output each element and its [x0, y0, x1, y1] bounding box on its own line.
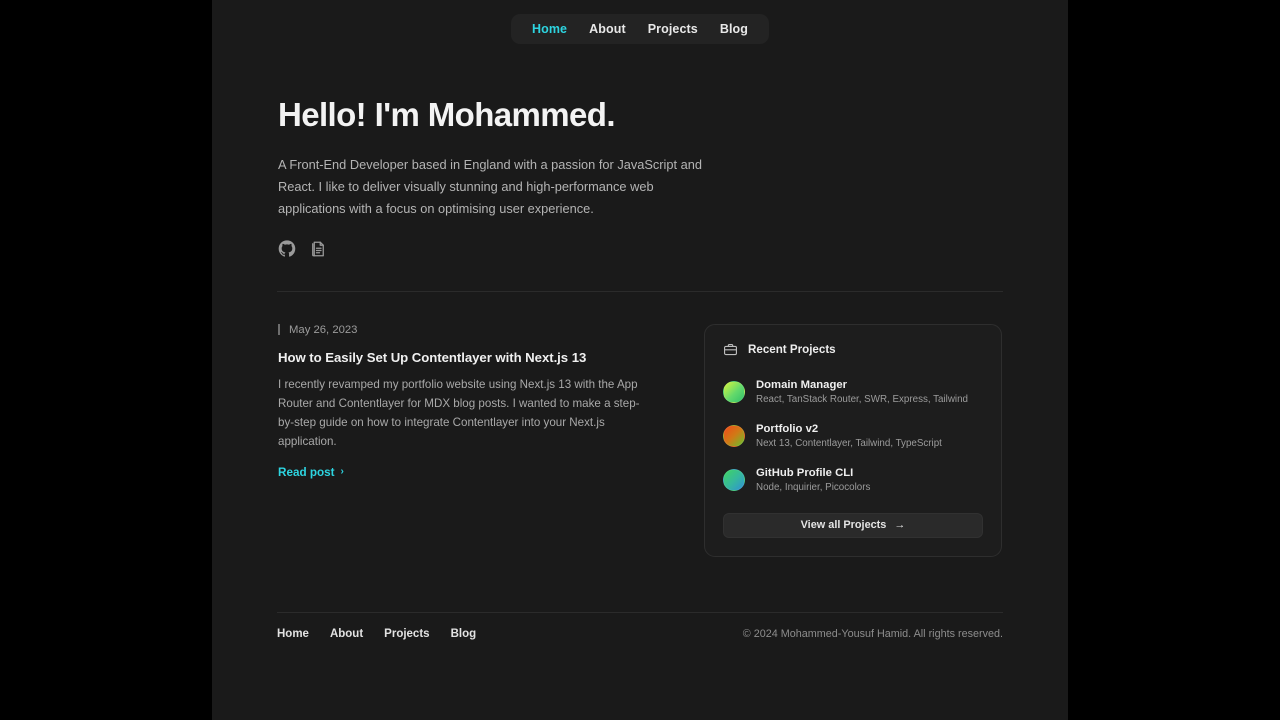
- main-container: May 26, 2023 How to Easily Set Up Conten…: [277, 292, 1003, 557]
- read-post-link[interactable]: Read post ›: [278, 466, 344, 479]
- arrow-right-icon: →: [894, 518, 906, 531]
- project-info: GitHub Profile CLI Node, Inquirier, Pico…: [756, 467, 870, 493]
- post-date-bar: [278, 324, 280, 336]
- project-stack: Next 13, Contentlayer, Tailwind, TypeScr…: [756, 437, 942, 449]
- project-info: Domain Manager React, TanStack Router, S…: [756, 379, 968, 405]
- footer-nav-item-about[interactable]: About: [330, 628, 363, 640]
- projects-column: Recent Projects Domain Manager React, Ta…: [704, 323, 1002, 557]
- post-date-row: May 26, 2023: [278, 324, 652, 336]
- project-avatar: [723, 468, 745, 491]
- footer-nav-item-blog[interactable]: Blog: [451, 628, 477, 640]
- list-item[interactable]: GitHub Profile CLI Node, Inquirier, Pico…: [723, 461, 983, 499]
- project-name: GitHub Profile CLI: [756, 466, 854, 479]
- recent-projects-header: Recent Projects: [723, 342, 983, 357]
- post-excerpt: I recently revamped my portfolio website…: [278, 377, 640, 448]
- project-avatar: [723, 380, 745, 403]
- project-avatar: [723, 424, 745, 447]
- blog-post-preview: May 26, 2023 How to Easily Set Up Conten…: [278, 324, 652, 481]
- footer-navigation: Home About Projects Blog: [277, 628, 476, 640]
- chevron-right-icon: ›: [340, 466, 344, 477]
- social-links: [278, 240, 1003, 258]
- project-stack: React, TanStack Router, SWR, Express, Ta…: [756, 393, 968, 405]
- recent-projects-card: Recent Projects Domain Manager React, Ta…: [704, 323, 1002, 557]
- copyright-text: © 2024 Mohammed-Yousuf Hamid. All rights…: [742, 628, 1003, 640]
- footer-nav-item-projects[interactable]: Projects: [384, 628, 429, 640]
- post-date: May 26, 2023: [289, 323, 358, 336]
- hero-section: Hello! I'm Mohammed. A Front-End Develop…: [278, 44, 1003, 258]
- list-item[interactable]: Domain Manager React, TanStack Router, S…: [723, 373, 983, 411]
- resume-document-icon[interactable]: [309, 240, 327, 258]
- blog-column: May 26, 2023 How to Easily Set Up Conten…: [278, 324, 652, 557]
- post-title[interactable]: How to Easily Set Up Contentlayer with N…: [278, 350, 652, 365]
- main-grid: May 26, 2023 How to Easily Set Up Conten…: [278, 292, 1003, 557]
- footer-divider: [277, 612, 1003, 613]
- list-item[interactable]: Portfolio v2 Next 13, Contentlayer, Tail…: [723, 417, 983, 455]
- top-navigation-wrapper: Home About Projects Blog: [212, 0, 1068, 44]
- briefcase-icon: [723, 342, 738, 357]
- content-container: Hello! I'm Mohammed. A Front-End Develop…: [277, 44, 1003, 258]
- recent-projects-title: Recent Projects: [748, 342, 836, 356]
- project-name: Domain Manager: [756, 378, 848, 391]
- nav-item-projects[interactable]: Projects: [637, 20, 709, 38]
- read-post-label: Read post: [278, 465, 335, 479]
- page-title: Hello! I'm Mohammed.: [278, 96, 615, 133]
- footer: Home About Projects Blog © 2024 Mohammed…: [277, 628, 1003, 640]
- view-all-projects-button[interactable]: View all Projects →: [723, 512, 983, 538]
- top-navigation: Home About Projects Blog: [510, 14, 770, 44]
- project-name: Portfolio v2: [756, 422, 819, 435]
- nav-item-blog[interactable]: Blog: [709, 20, 759, 38]
- view-all-projects-label: View all Projects: [800, 519, 887, 532]
- nav-item-about[interactable]: About: [578, 20, 637, 38]
- footer-nav-item-home[interactable]: Home: [277, 628, 309, 640]
- recent-projects-list: Domain Manager React, TanStack Router, S…: [723, 373, 983, 499]
- page-root: Home About Projects Blog Hello! I'm Moha…: [212, 0, 1068, 720]
- project-stack: Node, Inquirier, Picocolors: [756, 481, 871, 493]
- nav-item-home[interactable]: Home: [521, 20, 578, 38]
- hero-intro-paragraph: A Front-End Developer based in England w…: [278, 156, 702, 216]
- github-icon[interactable]: [278, 240, 296, 258]
- project-info: Portfolio v2 Next 13, Contentlayer, Tail…: [756, 423, 942, 449]
